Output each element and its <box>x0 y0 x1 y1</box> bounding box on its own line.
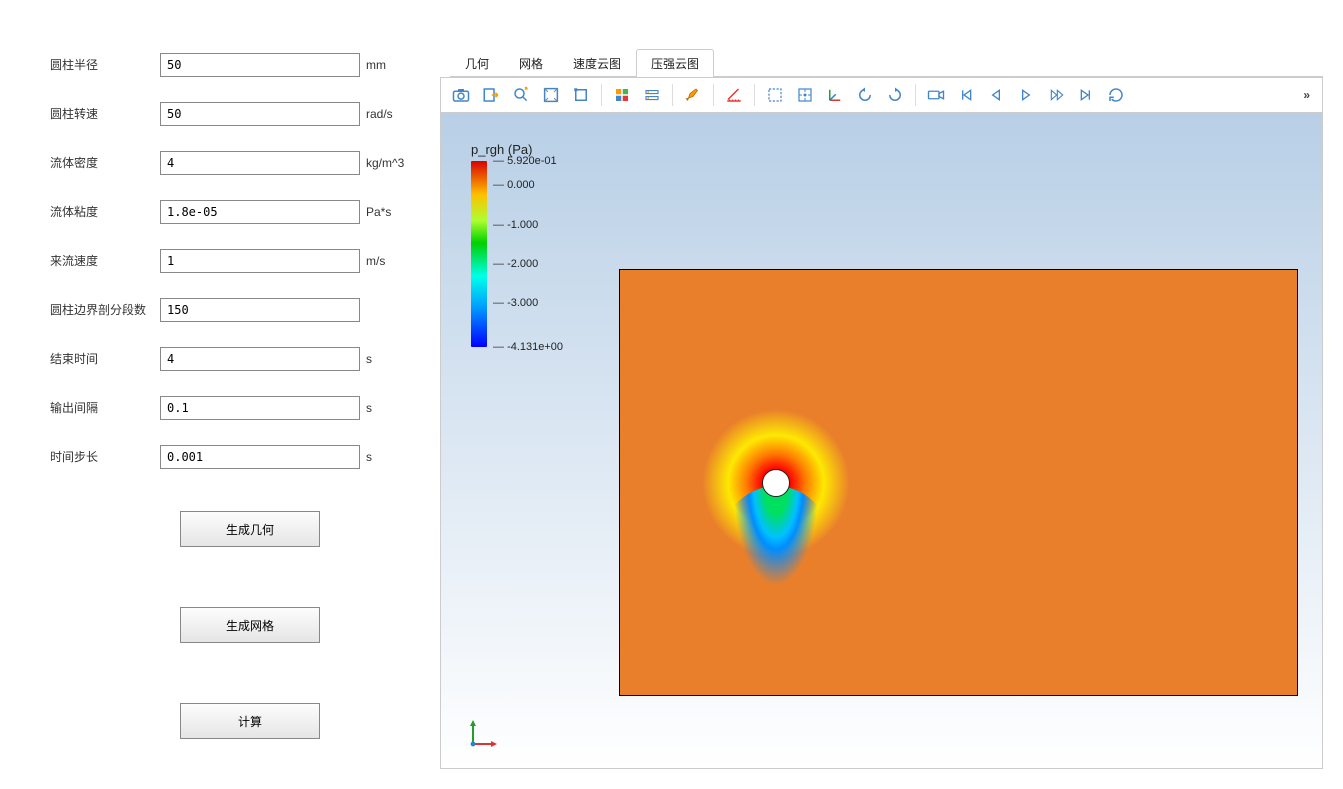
palette-icon[interactable] <box>608 81 636 109</box>
toolbar-separator <box>713 84 714 106</box>
prev-frame-icon[interactable] <box>982 81 1010 109</box>
toolbar-separator <box>601 84 602 106</box>
compute-button[interactable]: 计算 <box>180 703 320 739</box>
field-label: 圆柱半径 <box>50 56 160 73</box>
first-frame-icon[interactable] <box>952 81 980 109</box>
tab-mesh[interactable]: 网格 <box>504 49 558 77</box>
loop-icon[interactable] <box>1102 81 1130 109</box>
field-unit: Pa*s <box>366 205 391 219</box>
rotate-right-icon[interactable] <box>881 81 909 109</box>
brush-icon[interactable] <box>679 81 707 109</box>
field-label: 圆柱转速 <box>50 105 160 122</box>
generate-geometry-button[interactable]: 生成几何 <box>180 511 320 547</box>
visibility-icon[interactable] <box>638 81 666 109</box>
field-label: 来流速度 <box>50 252 160 269</box>
legend-tick: -2.000 <box>493 258 538 270</box>
legend-ticks: 5.920e-01 0.000 -1.000 -2.000 -3.000 -4.… <box>493 161 581 347</box>
inlet-velocity-input[interactable] <box>160 249 360 273</box>
zoom-icon[interactable] <box>507 81 535 109</box>
time-step-input[interactable] <box>160 445 360 469</box>
color-legend: p_rgh (Pa) 5.920e-01 0.000 -1.000 -2.000… <box>471 143 581 347</box>
field-label: 输出间隔 <box>50 399 160 416</box>
axes-icon[interactable] <box>821 81 849 109</box>
toolbar-overflow[interactable]: » <box>1303 88 1316 102</box>
field-unit: mm <box>366 58 386 72</box>
density-input[interactable] <box>160 151 360 175</box>
box-select-icon[interactable] <box>761 81 789 109</box>
viscosity-input[interactable] <box>160 200 360 224</box>
viewer-toolbar: » <box>440 77 1323 112</box>
field-unit: m/s <box>366 254 385 268</box>
toolbar-separator <box>672 84 673 106</box>
field-unit: kg/m^3 <box>366 156 404 170</box>
field-unit: s <box>366 401 372 415</box>
field-label: 时间步长 <box>50 448 160 465</box>
legend-gradient <box>471 161 487 347</box>
legend-tick: -4.131e+00 <box>493 341 563 353</box>
legend-tick: -3.000 <box>493 297 538 309</box>
field-unit: s <box>366 352 372 366</box>
next-frame-icon[interactable] <box>1042 81 1070 109</box>
cyl-radius-input[interactable] <box>160 53 360 77</box>
output-interval-input[interactable] <box>160 396 360 420</box>
field-unit: s <box>366 450 372 464</box>
legend-tick: 0.000 <box>493 179 535 191</box>
legend-tick: -1.000 <box>493 219 538 231</box>
field-label: 流体密度 <box>50 154 160 171</box>
pressure-contour-plot <box>619 269 1298 696</box>
select-box-icon[interactable] <box>567 81 595 109</box>
cylinder-body <box>762 469 790 497</box>
legend-tick: 5.920e-01 <box>493 155 557 167</box>
param-panel: 圆柱半径 mm 圆柱转速 rad/s 流体密度 kg/m^3 流体粘度 Pa*s 来流速… <box>0 0 440 789</box>
camera-icon[interactable] <box>447 81 475 109</box>
tab-geometry[interactable]: 几何 <box>450 49 504 77</box>
tab-pressure[interactable]: 压强云图 <box>636 49 714 77</box>
field-label: 圆柱边界剖分段数 <box>50 301 160 318</box>
cyl-speed-input[interactable] <box>160 102 360 126</box>
field-label: 结束时间 <box>50 350 160 367</box>
center-icon[interactable] <box>791 81 819 109</box>
end-time-input[interactable] <box>160 347 360 371</box>
ruler-icon[interactable] <box>720 81 748 109</box>
toolbar-separator <box>915 84 916 106</box>
rotate-left-icon[interactable] <box>851 81 879 109</box>
toolbar-separator <box>754 84 755 106</box>
boundary-segments-input[interactable] <box>160 298 360 322</box>
last-frame-icon[interactable] <box>1072 81 1100 109</box>
orientation-axes-icon <box>467 716 501 750</box>
record-icon[interactable] <box>922 81 950 109</box>
generate-mesh-button[interactable]: 生成网格 <box>180 607 320 643</box>
view-tabs: 几何 网格 速度云图 压强云图 <box>450 48 1323 77</box>
play-icon[interactable] <box>1012 81 1040 109</box>
field-unit: rad/s <box>366 107 393 121</box>
tab-velocity[interactable]: 速度云图 <box>558 49 636 77</box>
render-view[interactable]: p_rgh (Pa) 5.920e-01 0.000 -1.000 -2.000… <box>440 112 1323 769</box>
fit-view-icon[interactable] <box>537 81 565 109</box>
field-label: 流体粘度 <box>50 203 160 220</box>
export-icon[interactable] <box>477 81 505 109</box>
